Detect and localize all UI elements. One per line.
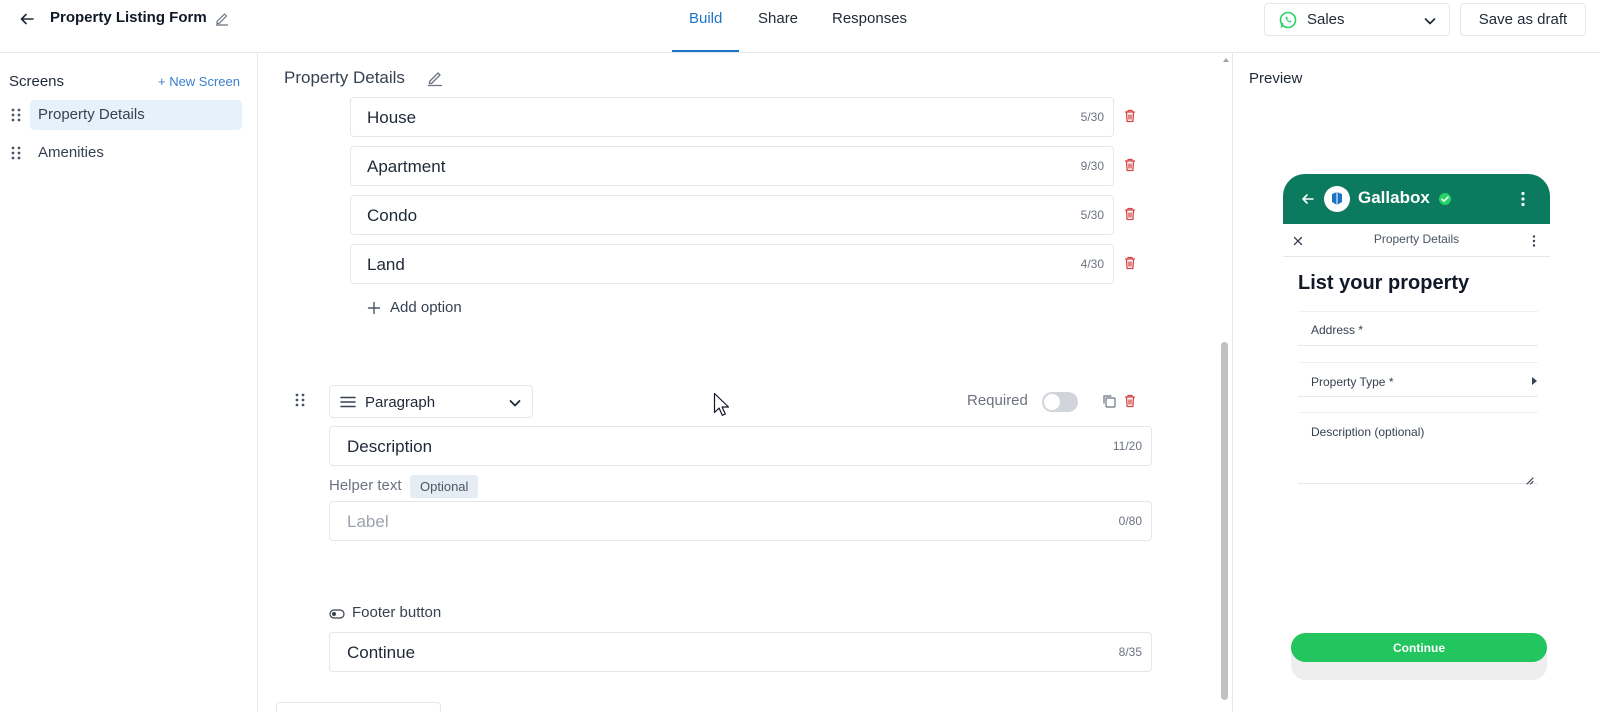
plus-icon [367,301,381,315]
brand-avatar [1324,186,1350,212]
char-counter: 11/20 [1112,439,1142,453]
add-option-label: Add option [390,299,462,316]
partial-card [276,702,441,712]
phone-preview: Gallabox Property Details List your prop… [1283,174,1550,694]
preview-field-label: Description (optional) [1311,425,1425,439]
delete-option-icon[interactable] [1122,108,1138,124]
screens-sidebar: Screens + New Screen Property Details Am… [0,53,258,712]
drag-handle-icon[interactable] [8,107,24,123]
preview-field-label: Property Type * [1311,375,1394,389]
option-value: Land [367,255,405,274]
preview-field-label: Address * [1311,323,1364,337]
tab-responses[interactable]: Responses [832,10,907,27]
screens-title: Screens [9,73,65,90]
screen-title: Property Details [284,68,405,87]
sidebar-item-property-details[interactable]: Property Details [8,100,242,130]
option-value: Apartment [367,157,446,176]
whatsapp-header: Gallabox [1283,174,1550,224]
option-value: Condo [367,206,418,225]
sidebar-item-label: Amenities [38,144,104,161]
channel-label: Sales [1307,11,1345,28]
brand-logo-icon [1332,192,1342,205]
helper-text-input[interactable]: Label 0/80 [329,501,1152,541]
continue-button: Continue [1291,633,1547,662]
delete-option-icon[interactable] [1122,255,1138,271]
edit-screen-title-icon[interactable] [426,69,444,87]
delete-option-icon[interactable] [1122,157,1138,173]
verified-badge-icon [1439,193,1451,205]
paragraph-icon [340,396,356,408]
scroll-up-arrow-icon[interactable] [1223,57,1229,63]
brand-name: Gallabox [1358,188,1430,207]
preview-field-address: Address * [1298,311,1538,346]
caret-right-icon [1532,377,1537,385]
helper-text-placeholder: Label [347,512,389,531]
char-counter: 5/30 [1080,110,1104,124]
flow-title: Property Details [1373,232,1460,246]
form-editor: Property Details House 5/30 Apartment 9/… [259,53,1232,712]
option-input[interactable]: Apartment 9/30 [350,146,1114,186]
preview-field-description: Description (optional) [1298,412,1538,485]
chevron-down-icon [1424,18,1436,25]
option-value: House [367,108,417,127]
char-counter: 5/30 [1080,208,1104,222]
channel-select[interactable]: Sales [1264,3,1450,36]
char-counter: 8/35 [1118,645,1142,659]
resize-handle-icon [1526,477,1534,485]
flow-header: Property Details [1283,224,1550,257]
preview-field-property-type: Property Type * [1298,362,1538,397]
more-vertical-icon [1532,235,1536,247]
whatsapp-icon [1279,11,1297,29]
more-vertical-icon [1521,191,1525,207]
top-bar: Property Listing Form Build Share Respon… [0,0,1600,53]
field-type-select[interactable]: Paragraph [329,385,533,418]
back-arrow-icon[interactable] [18,10,36,28]
mouse-cursor-icon [713,392,730,416]
save-as-draft-button[interactable]: Save as draft [1460,3,1586,36]
option-input[interactable]: Land 4/30 [350,244,1114,284]
delete-option-icon[interactable] [1122,206,1138,222]
footer-button-value: Continue [347,643,416,662]
drag-handle-icon[interactable] [8,145,24,161]
preview-pane: Preview Gallabox Property Details List y… [1232,53,1600,712]
back-arrow-icon [1302,194,1314,204]
footer-button-input[interactable]: Continue 8/35 [329,632,1152,672]
flow-heading: List your property [1298,272,1470,294]
sidebar-item-amenities[interactable]: Amenities [8,138,242,168]
scrollbar-thumb[interactable] [1221,342,1228,700]
edit-title-icon[interactable] [214,10,230,26]
delete-field-icon[interactable] [1122,393,1138,409]
drag-handle-icon[interactable] [292,392,308,408]
field-label-value: Description [347,437,433,456]
required-label: Required [967,392,1028,409]
tab-build[interactable]: Build [689,10,722,27]
toggle-icon [329,609,345,619]
form-title: Property Listing Form [50,9,207,26]
footer-button-label: Footer button [352,604,442,621]
option-input[interactable]: House 5/30 [350,97,1114,137]
tab-share[interactable]: Share [758,10,798,27]
toggle-knob [1044,394,1060,410]
active-tab-indicator [672,50,739,52]
optional-badge: Optional [410,475,479,498]
helper-text-label: Helper text [329,477,402,494]
option-input[interactable]: Condo 5/30 [350,195,1114,235]
chevron-down-icon [509,400,521,407]
new-screen-link[interactable]: + New Screen [158,74,240,89]
field-type-label: Paragraph [365,394,436,411]
duplicate-icon[interactable] [1101,393,1117,409]
preview-title: Preview [1249,70,1303,87]
required-toggle[interactable] [1042,392,1078,412]
sidebar-item-label: Property Details [38,106,145,123]
field-label-input[interactable]: Description 11/20 [329,426,1152,466]
char-counter: 0/80 [1118,514,1142,528]
char-counter: 9/30 [1080,159,1104,173]
char-counter: 4/30 [1080,257,1104,271]
